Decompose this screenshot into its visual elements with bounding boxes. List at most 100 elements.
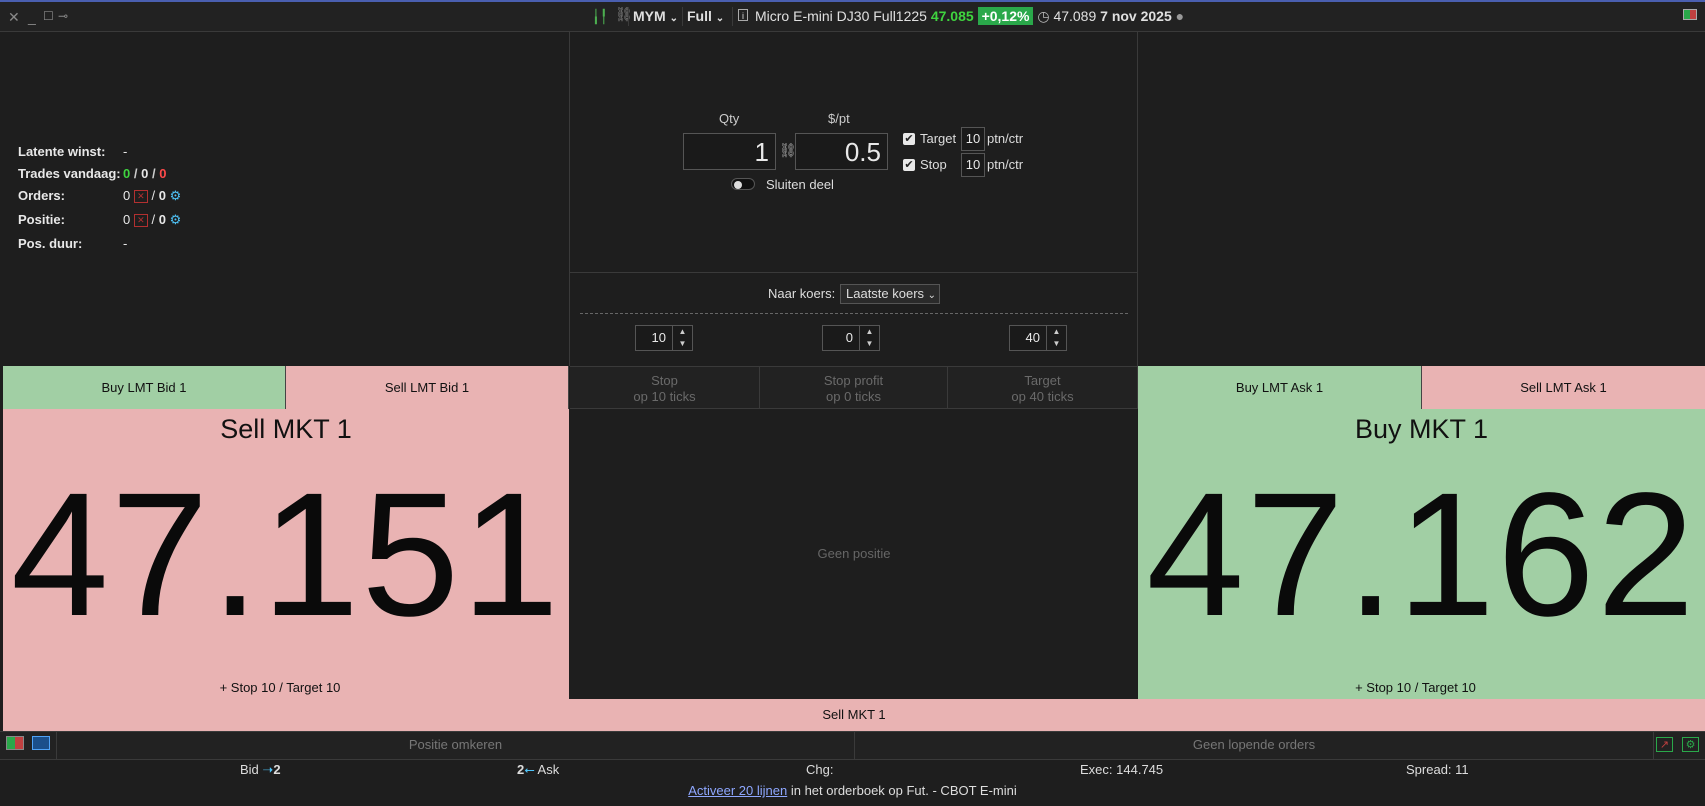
stop-unit: ptn/ctr (987, 157, 1024, 172)
sell-market-button[interactable]: Sell MKT 1 47.151 + Stop 10 / Target 10 (3, 409, 569, 699)
chart-icon[interactable]: ↗ (1656, 737, 1673, 752)
chevron-down-icon: ⌄ (669, 13, 678, 24)
stop-cell-title: Stop (651, 373, 678, 388)
decrement-icon[interactable]: ▼ (859, 338, 879, 350)
top-accent-stripe (0, 0, 1705, 2)
spread-value: 11 (1455, 762, 1469, 777)
gear-icon[interactable]: ⚙ (170, 212, 182, 227)
arrow-right-icon: ➝ (262, 762, 274, 777)
gear-icon[interactable]: ⚙ (170, 188, 182, 203)
position-count: 0 (123, 212, 131, 227)
increment-icon[interactable]: ▲ (672, 326, 692, 338)
chevron-down-icon: ⌄ (927, 290, 937, 301)
price-selector-dropdown[interactable]: Laatste koers ⌄ (840, 284, 940, 304)
spread-label: Spread: (1406, 762, 1452, 777)
orders-label: Orders: (18, 188, 65, 203)
instrument-name: Micro E-mini DJ30 Full1225 (755, 8, 927, 24)
decrement-icon[interactable]: ▼ (672, 338, 692, 350)
stop-label: Stop (920, 157, 947, 172)
stop-profit-ticks-value: 0 (845, 330, 853, 345)
close-icon[interactable]: ✕ (8, 9, 20, 26)
right-empty-panel (1138, 32, 1705, 366)
minimize-icon[interactable]: _ (28, 9, 36, 25)
target-cell-title: Target (1024, 373, 1061, 388)
target-cell-sub: op 40 ticks (1011, 389, 1074, 404)
sell-market-title: Sell MKT 1 (220, 414, 352, 444)
divider (1653, 731, 1654, 760)
increment-icon[interactable]: ▲ (1046, 326, 1066, 338)
cancel-orders-icon[interactable]: ✕ (133, 190, 148, 204)
account-info: Latente winst: - Trades vandaag: 0 / 0 /… (18, 144, 182, 251)
dashed-divider (580, 313, 1128, 314)
stop-cell-sub: op 10 ticks (633, 389, 696, 404)
stop-profit-cell-sub: op 0 ticks (826, 389, 881, 404)
no-open-orders-label: Geen lopende orders (1192, 737, 1316, 752)
trades-won: 0 (123, 166, 131, 181)
activate-lines-text: in het orderboek op Fut. - CBOT E-mini (790, 783, 1017, 798)
instrument-summary: Micro E-mini DJ30 Full1225 47.085 +0,12%… (755, 7, 1185, 25)
reverse-position-button[interactable]: Positie omkeren (57, 737, 854, 752)
keyboard-icon[interactable] (32, 736, 50, 750)
unrealized-value: - (123, 144, 128, 159)
sell-lmt-ask-button[interactable]: Sell LMT Ask 1 (1422, 366, 1705, 409)
exec-value: 144.745 (1116, 762, 1164, 777)
sell-lmt-bid-button[interactable]: Sell LMT Bid 1 (286, 366, 569, 409)
increment-icon[interactable]: ▲ (859, 326, 879, 338)
target-cell: Target op 40 ticks (948, 366, 1138, 409)
dollar-per-point-input[interactable]: 0.5 (795, 133, 888, 170)
spread-stat: Spread: 11 (1406, 762, 1469, 777)
stop-input[interactable]: 10 (961, 153, 985, 177)
mode-dropdown[interactable]: Full ⌄ (682, 7, 728, 26)
buy-market-title: Buy MKT 1 (1354, 414, 1489, 444)
quote-price: 47.089 (1053, 8, 1097, 24)
trades-lost: 0 (159, 166, 167, 181)
position-area: Geen positie (570, 409, 1138, 699)
info-icon[interactable]: i (738, 9, 748, 21)
settings-chart-icon[interactable]: ⚙ (1682, 737, 1699, 752)
activate-lines-link[interactable]: Activeer 20 lijnen (688, 783, 787, 798)
target-checkbox[interactable]: ✔ (903, 133, 915, 145)
layout-icon[interactable] (1683, 9, 1697, 20)
qty-label: Qty (719, 111, 740, 126)
grid-icon[interactable] (6, 736, 24, 750)
bid-size: Bid ➝2 (240, 762, 281, 778)
sell-mkt-bar-button[interactable]: Sell MKT 1 (3, 699, 1705, 731)
trades-total: 0 (141, 166, 149, 181)
qty-input[interactable]: 1 (683, 133, 776, 170)
position-count-b: 0 (158, 212, 166, 227)
mode-label: Full (687, 8, 712, 24)
divider (570, 272, 1138, 273)
position-label: Positie: (18, 212, 65, 227)
stop-profit-cell-title: Stop profit (823, 373, 884, 388)
sell-bracket-note: + Stop 10 / Target 10 (219, 680, 341, 695)
candles-icon[interactable]: ╽╿ (592, 9, 608, 25)
buy-market-price: 47.162 (1146, 457, 1697, 653)
symbol-dropdown[interactable]: MYM ⌄ (628, 7, 682, 26)
change-badge: +0,12% (977, 7, 1034, 25)
maximize-icon[interactable]: ☐ (43, 9, 54, 23)
target-input[interactable]: 10 (961, 127, 985, 151)
target-unit: ptn/ctr (987, 131, 1024, 146)
dollar-per-point-label: $/pt (828, 111, 850, 126)
price-selector-value: Laatste koers (846, 286, 925, 301)
close-position-icon[interactable]: ✕ (133, 214, 148, 228)
close-part-toggle[interactable] (731, 178, 755, 190)
exec-stat: Exec: 144.745 (1080, 762, 1163, 777)
pin-icon[interactable]: ⊸ (58, 9, 68, 23)
decrement-icon[interactable]: ▼ (1046, 338, 1066, 350)
buy-market-button[interactable]: Buy MKT 1 47.162 + Stop 10 / Target 10 (1138, 409, 1705, 699)
trades-label: Trades vandaag: (18, 166, 121, 181)
unrealized-label: Latente winst: (18, 144, 106, 159)
divider (732, 7, 733, 26)
duration-label: Pos. duur: (18, 236, 83, 251)
stop-checkbox[interactable]: ✔ (903, 159, 915, 171)
order-settings-panel (569, 32, 1138, 366)
no-position-label: Geen positie (817, 546, 891, 561)
buy-lmt-ask-button[interactable]: Buy LMT Ask 1 (1138, 366, 1422, 409)
buy-lmt-bid-button[interactable]: Buy LMT Bid 1 (3, 366, 286, 409)
status-dot-icon: ● (1175, 8, 1185, 24)
orders-count-b: 0 (158, 188, 166, 203)
clock-icon: ◷ (1037, 8, 1050, 24)
symbol-label: MYM (633, 8, 666, 24)
stop-profit-cell: Stop profit op 0 ticks (760, 366, 948, 409)
